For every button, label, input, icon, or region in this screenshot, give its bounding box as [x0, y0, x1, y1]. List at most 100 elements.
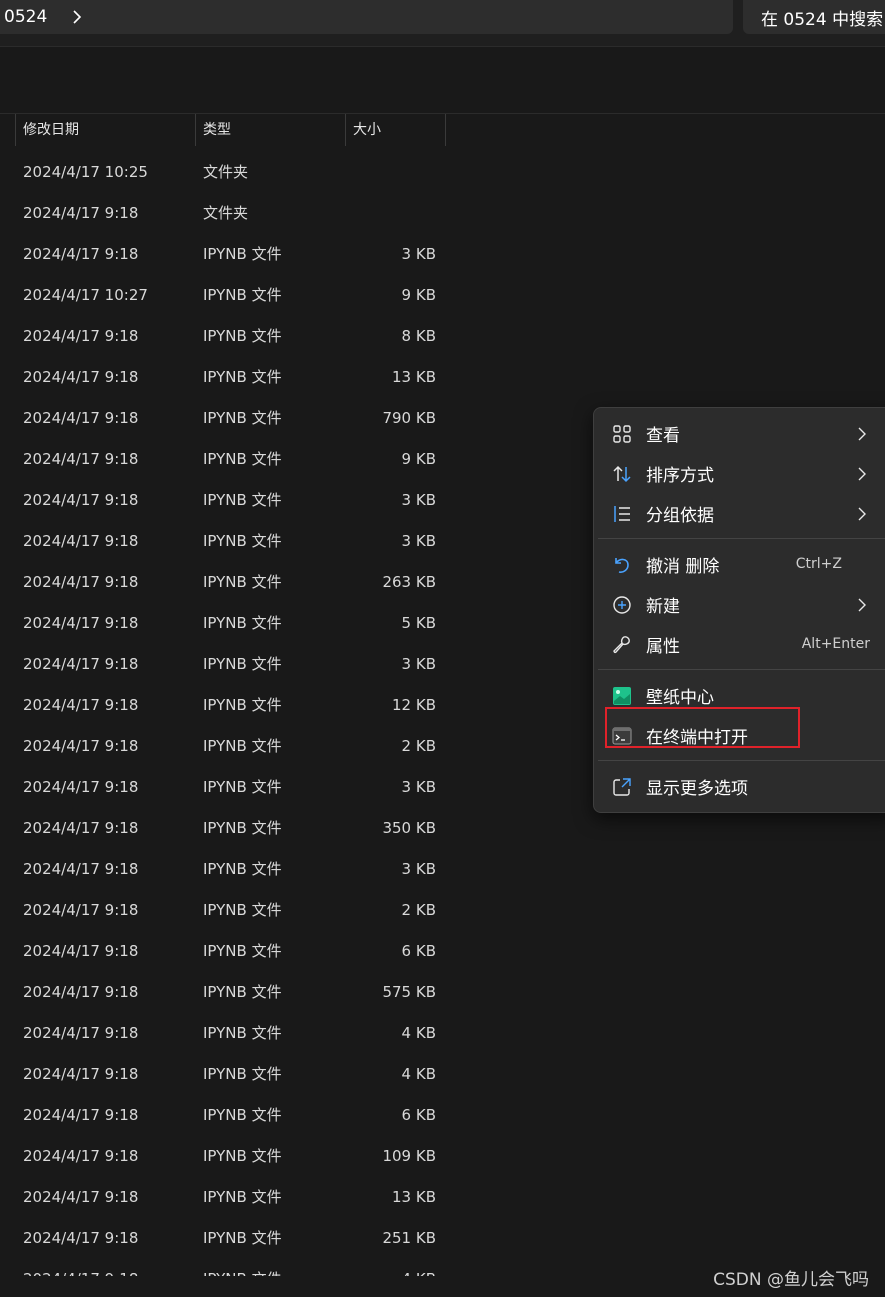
- table-row[interactable]: 2024/4/17 9:18 IPYNB 文件 8 KB: [0, 316, 885, 357]
- table-row[interactable]: 2024/4/17 9:18 IPYNB 文件 6 KB: [0, 1095, 885, 1136]
- address-path[interactable]: 0524: [4, 7, 47, 27]
- menu-item-sort[interactable]: 排序方式: [594, 453, 885, 493]
- cell-type: IPYNB 文件: [203, 491, 282, 509]
- menu-item-label: 壁纸中心: [646, 687, 714, 708]
- cell-size: 790 KB: [382, 409, 436, 427]
- table-row[interactable]: 2024/4/17 9:18 IPYNB 文件 109 KB: [0, 1136, 885, 1177]
- cell-size: 3 KB: [401, 491, 436, 509]
- cell-type: 文件夹: [203, 204, 249, 222]
- menu-item-label: 显示更多选项: [646, 778, 748, 799]
- menu-item-label: 排序方式: [646, 465, 714, 486]
- cell-modified-date: 2024/4/17 9:18: [23, 819, 139, 837]
- menu-item-new[interactable]: 新建: [594, 584, 885, 624]
- wallpaper-icon: [612, 686, 632, 706]
- menu-item-label: 属性: [646, 636, 680, 657]
- table-row[interactable]: 2024/4/17 9:18 IPYNB 文件 2 KB: [0, 890, 885, 931]
- cell-size: 13 KB: [392, 1188, 436, 1206]
- cell-size: 3 KB: [401, 532, 436, 550]
- cell-type: IPYNB 文件: [203, 655, 282, 673]
- cell-type: IPYNB 文件: [203, 1065, 282, 1083]
- cell-modified-date: 2024/4/17 9:18: [23, 573, 139, 591]
- menu-item-properties[interactable]: 属性 Alt+Enter: [594, 624, 885, 664]
- chevron-right-icon[interactable]: [69, 9, 85, 25]
- cell-type: IPYNB 文件: [203, 1188, 282, 1206]
- watermark: CSDN @鱼儿会飞吗: [713, 1270, 869, 1290]
- address-bar[interactable]: 0524: [0, 0, 733, 34]
- menu-item-shortcut: Ctrl+Z: [795, 556, 842, 572]
- search-input[interactable]: 在 0524 中搜索: [743, 0, 885, 34]
- menu-item-show-more-options[interactable]: 显示更多选项: [594, 766, 885, 806]
- menu-item-group[interactable]: 分组依据: [594, 493, 885, 533]
- cell-size: 251 KB: [382, 1229, 436, 1247]
- table-row[interactable]: 2024/4/17 9:18 IPYNB 文件 6 KB: [0, 931, 885, 972]
- cell-type: IPYNB 文件: [203, 409, 282, 427]
- cell-modified-date: 2024/4/17 9:18: [23, 1188, 139, 1206]
- table-row[interactable]: 2024/4/17 9:18 IPYNB 文件 4 KB: [0, 1013, 885, 1054]
- cell-type: IPYNB 文件: [203, 327, 282, 345]
- table-row[interactable]: 2024/4/17 9:18 IPYNB 文件 350 KB: [0, 808, 885, 849]
- cell-size: 4 KB: [401, 1065, 436, 1083]
- chevron-right-icon: [856, 506, 868, 521]
- cell-type: IPYNB 文件: [203, 450, 282, 468]
- cell-type: 文件夹: [203, 163, 249, 181]
- cell-modified-date: 2024/4/17 9:18: [23, 614, 139, 632]
- cell-type: IPYNB 文件: [203, 819, 282, 837]
- cell-size: 109 KB: [382, 1147, 436, 1165]
- cell-type: IPYNB 文件: [203, 901, 282, 919]
- cell-size: [346, 193, 436, 234]
- cell-size: 13 KB: [392, 368, 436, 386]
- cell-modified-date: 2024/4/17 9:18: [23, 327, 139, 345]
- cell-modified-date: 2024/4/17 9:18: [23, 655, 139, 673]
- menu-item-label: 在终端中打开: [646, 727, 748, 748]
- menu-separator: [598, 538, 885, 539]
- chevron-right-icon: [856, 597, 868, 612]
- table-row[interactable]: 2024/4/17 9:18 文件夹: [0, 193, 885, 234]
- cell-size: 5 KB: [401, 614, 436, 632]
- column-header-type[interactable]: 类型: [196, 114, 345, 146]
- menu-item-undo-delete[interactable]: 撤消 删除 Ctrl+Z: [594, 544, 885, 584]
- context-menu: 查看 排序方式 分组依据 撤消 删除 Ctrl+Z 新建 属性 Alt+Ente…: [593, 407, 885, 813]
- column-headers: 修改日期 类型 大小: [0, 114, 885, 146]
- menu-item-view[interactable]: 查看: [594, 413, 885, 453]
- cell-modified-date: 2024/4/17 9:18: [23, 1147, 139, 1165]
- cell-modified-date: 2024/4/17 9:18: [23, 942, 139, 960]
- cell-modified-date: 2024/4/17 9:18: [23, 983, 139, 1001]
- menu-item-open-in-terminal[interactable]: 在终端中打开: [594, 715, 885, 755]
- table-row[interactable]: 2024/4/17 9:18 IPYNB 文件 13 KB: [0, 1177, 885, 1218]
- cell-size: [346, 152, 436, 193]
- table-row[interactable]: 2024/4/17 10:25 文件夹: [0, 152, 885, 193]
- plus-circle-icon: [612, 595, 632, 615]
- menu-item-wallpaper-center[interactable]: 壁纸中心: [594, 675, 885, 715]
- cell-size: 9 KB: [401, 450, 436, 468]
- cell-size: 2 KB: [401, 901, 436, 919]
- cell-modified-date: 2024/4/17 9:18: [23, 1024, 139, 1042]
- menu-separator: [598, 669, 885, 670]
- chevron-right-icon: [856, 466, 868, 481]
- column-header-size[interactable]: 大小: [346, 114, 445, 146]
- cell-size: 9 KB: [401, 286, 436, 304]
- cell-modified-date: 2024/4/17 9:18: [23, 368, 139, 386]
- table-row[interactable]: 2024/4/17 9:18 IPYNB 文件 13 KB: [0, 357, 885, 398]
- sort-icon: [612, 464, 632, 484]
- menu-item-label: 撤消 删除: [646, 556, 720, 577]
- table-row[interactable]: 2024/4/17 9:18 IPYNB 文件 3 KB: [0, 234, 885, 275]
- cell-type: IPYNB 文件: [203, 737, 282, 755]
- table-row[interactable]: 2024/4/17 10:27 IPYNB 文件 9 KB: [0, 275, 885, 316]
- cell-type: IPYNB 文件: [203, 245, 282, 263]
- table-row[interactable]: 2024/4/17 9:18 IPYNB 文件 4 KB: [0, 1054, 885, 1095]
- table-row[interactable]: 2024/4/17 9:18 IPYNB 文件 251 KB: [0, 1218, 885, 1259]
- cell-type: IPYNB 文件: [203, 860, 282, 878]
- column-separator[interactable]: [445, 114, 446, 146]
- menu-item-shortcut: Alt+Enter: [801, 636, 870, 652]
- table-row[interactable]: 2024/4/17 9:18 IPYNB 文件 575 KB: [0, 972, 885, 1013]
- cell-modified-date: 2024/4/17 10:25: [23, 163, 148, 181]
- cell-modified-date: 2024/4/17 10:27: [23, 286, 148, 304]
- cell-modified-date: 2024/4/17 9:18: [23, 204, 139, 222]
- column-header-modified[interactable]: 修改日期: [16, 114, 195, 146]
- table-row[interactable]: 2024/4/17 9:18 IPYNB 文件 3 KB: [0, 849, 885, 890]
- share-icon: [612, 777, 632, 797]
- cell-modified-date: 2024/4/17 9:18: [23, 532, 139, 550]
- cell-size: 4 KB: [401, 1024, 436, 1042]
- menu-item-label: 分组依据: [646, 505, 714, 526]
- undo-icon: [612, 555, 632, 575]
